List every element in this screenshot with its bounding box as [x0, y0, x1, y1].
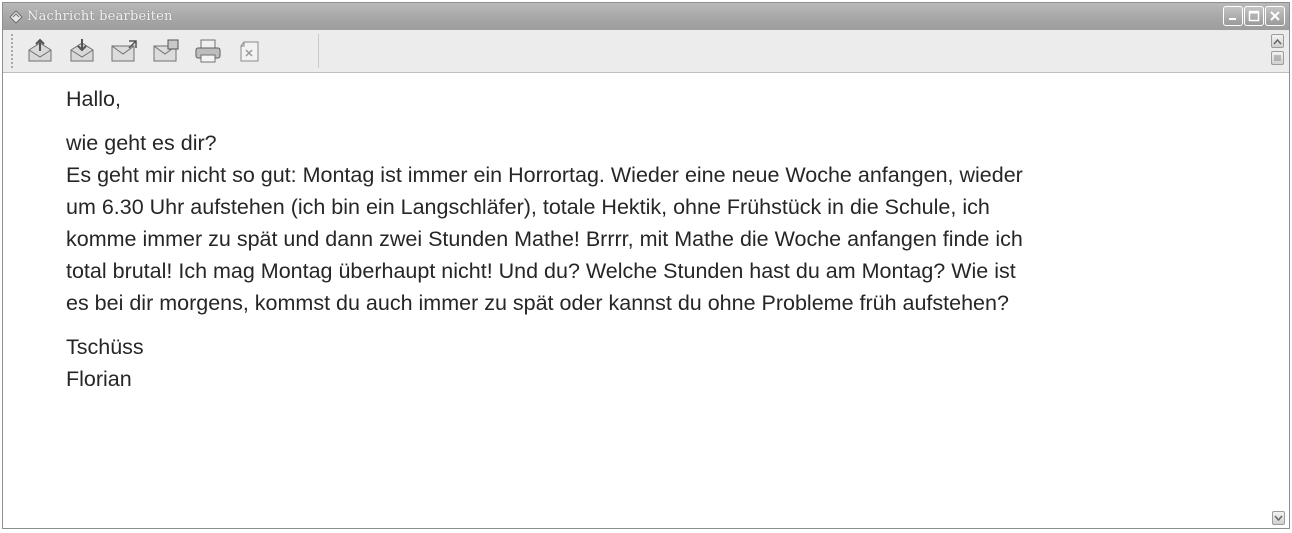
closing: Tschüss	[66, 335, 144, 359]
message-line: um 6.30 Uhr aufstehen (ich bin ein Langs…	[66, 195, 990, 219]
message-line: komme immer zu spät und dann zwei Stunde…	[66, 227, 1023, 251]
chevron-up-icon	[1273, 38, 1282, 44]
receive-mail-icon	[70, 39, 93, 62]
window-title: Nachricht bearbeiten	[27, 9, 173, 24]
window-controls	[1223, 6, 1285, 26]
print-icon	[195, 39, 220, 63]
app-icon	[9, 9, 23, 24]
minimize-icon	[1229, 18, 1236, 20]
receive-mail-button[interactable]	[65, 36, 98, 66]
forward-button[interactable]	[149, 36, 182, 66]
reply-button[interactable]	[107, 36, 140, 66]
close-button[interactable]	[1265, 6, 1285, 26]
reply-icon	[111, 40, 137, 62]
message-text: Hallo, wie geht es dir? Es geht mir nich…	[66, 83, 1266, 395]
scroll-thumb[interactable]	[1271, 51, 1284, 65]
toolbar	[3, 30, 1289, 73]
delete-button[interactable]	[233, 36, 266, 66]
message-line: Es geht mir nicht so gut: Montag ist imm…	[66, 163, 1023, 187]
send-mail-icon	[28, 38, 51, 62]
message-line: wie geht es dir?	[66, 131, 217, 155]
message-window: Nachricht bearbeiten Hallo, wie geht es …	[2, 2, 1290, 529]
signature: Florian	[66, 367, 132, 391]
forward-icon	[153, 39, 178, 62]
scroll-down-button[interactable]	[1272, 511, 1285, 525]
greeting: Hallo,	[66, 87, 121, 111]
scroll-up-button[interactable]	[1271, 34, 1284, 48]
grip-icon	[1274, 55, 1281, 61]
message-body[interactable]: Hallo, wie geht es dir? Es geht mir nich…	[3, 73, 1289, 528]
message-line: total brutal! Ich mag Montag überhaupt n…	[66, 259, 1016, 283]
chevron-down-icon	[1274, 515, 1283, 521]
close-icon	[1270, 11, 1280, 21]
send-mail-button[interactable]	[23, 36, 56, 66]
message-line: es bei dir morgens, kommst du auch immer…	[66, 291, 1009, 315]
minimize-button[interactable]	[1223, 6, 1243, 26]
title-bar[interactable]: Nachricht bearbeiten	[3, 3, 1289, 30]
toolbar-scroll	[1271, 34, 1285, 65]
delete-icon	[240, 41, 258, 62]
maximize-icon	[1248, 10, 1260, 22]
print-button[interactable]	[191, 36, 224, 66]
maximize-button[interactable]	[1244, 6, 1264, 26]
toolbar-buttons	[11, 34, 319, 68]
